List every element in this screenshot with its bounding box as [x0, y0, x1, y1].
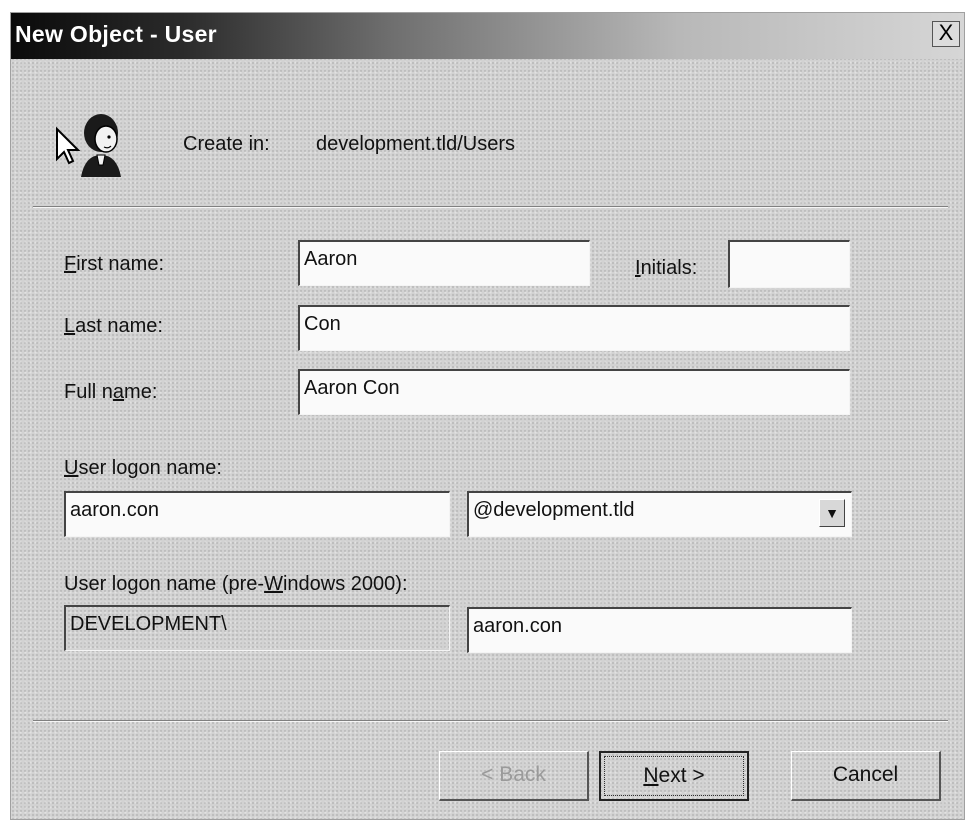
domain-suffix-value: @development.tld — [473, 499, 635, 521]
footer-separator — [33, 720, 948, 722]
cancel-button[interactable]: Cancel — [791, 751, 941, 801]
close-button[interactable]: X — [932, 21, 960, 47]
header-separator — [33, 206, 948, 208]
create-in-label: Create in: — [183, 133, 270, 155]
logon-name-label: User logon name: — [64, 457, 222, 479]
new-user-dialog: New Object - User X Create in: developme… — [10, 12, 965, 820]
logon-name-field[interactable]: aaron.con — [64, 491, 450, 537]
full-name-field[interactable]: Aaron Con — [298, 369, 850, 415]
title-bar: New Object - User X — [11, 13, 964, 59]
next-button[interactable]: Next > — [599, 751, 749, 801]
dropdown-arrow-icon[interactable]: ▼ — [819, 499, 845, 527]
domain-suffix-dropdown[interactable]: @development.tld ▼ — [467, 491, 852, 537]
initials-field[interactable] — [728, 240, 850, 288]
close-icon: X — [938, 20, 954, 45]
create-in-path: development.tld/Users — [316, 133, 515, 155]
full-name-label: Full name: — [64, 381, 158, 403]
pre2000-logon-field[interactable]: aaron.con — [467, 607, 852, 653]
user-icon — [51, 109, 131, 179]
first-name-label: First name: — [64, 253, 165, 275]
last-name-label: Last name: — [64, 315, 163, 337]
back-button[interactable]: < Back — [439, 751, 589, 801]
pre2000-domain-field: DEVELOPMENT\ — [64, 605, 450, 651]
window-title: New Object - User — [15, 21, 217, 47]
pre2000-label: User logon name (pre-Windows 2000): — [64, 573, 408, 595]
first-name-field[interactable]: Aaron — [298, 240, 590, 286]
last-name-field[interactable]: Con — [298, 305, 850, 351]
initials-label: Initials: — [635, 257, 698, 279]
